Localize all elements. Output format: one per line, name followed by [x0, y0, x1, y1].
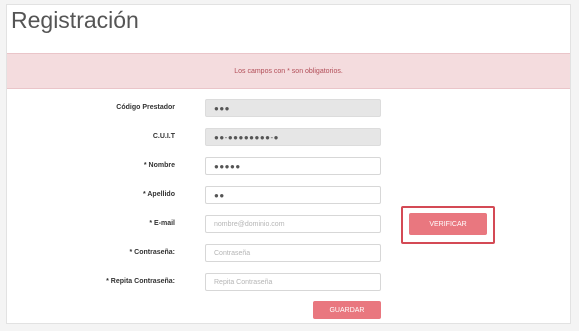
contrasena-input[interactable]: Contraseña	[205, 244, 381, 262]
email-input[interactable]: nombre@dominio.com	[205, 215, 381, 233]
codigo-prestador-field: ●●●	[205, 99, 381, 117]
apellido-input[interactable]: ●●	[205, 186, 381, 204]
required-fields-notice: Los campos con * son obligatorios.	[7, 53, 570, 89]
repita-contrasena-input[interactable]: Repita Contraseña	[205, 273, 381, 291]
cuit-value: ●●-●●●●●●●●-●	[214, 132, 279, 142]
cuit-label: C.U.I.T	[152, 133, 175, 140]
page-title: Registración	[11, 7, 139, 33]
verificar-button[interactable]: VERIFICAR	[409, 213, 487, 235]
contrasena-placeholder: Contraseña	[214, 249, 251, 257]
apellido-value: ●●	[214, 190, 225, 200]
codigo-prestador-label: Código Prestador	[116, 104, 175, 111]
guardar-button[interactable]: GUARDAR	[313, 301, 381, 319]
nombre-label: * Nombre	[143, 162, 175, 169]
contrasena-label: * Contraseña:	[129, 249, 175, 256]
email-placeholder: nombre@dominio.com	[214, 220, 285, 228]
codigo-prestador-value: ●●●	[214, 103, 230, 113]
registration-panel: Registración Los campos con * son obliga…	[6, 4, 571, 324]
nombre-value: ●●●●●	[214, 161, 241, 171]
cuit-field: ●●-●●●●●●●●-●	[205, 128, 381, 146]
email-label: * E-mail	[149, 220, 175, 227]
apellido-label: * Apellido	[142, 191, 175, 198]
notice-text: Los campos con * son obligatorios.	[234, 67, 343, 75]
nombre-input[interactable]: ●●●●●	[205, 157, 381, 175]
repita-contrasena-placeholder: Repita Contraseña	[214, 278, 273, 286]
repita-contrasena-label: * Repita Contraseña:	[106, 278, 175, 285]
